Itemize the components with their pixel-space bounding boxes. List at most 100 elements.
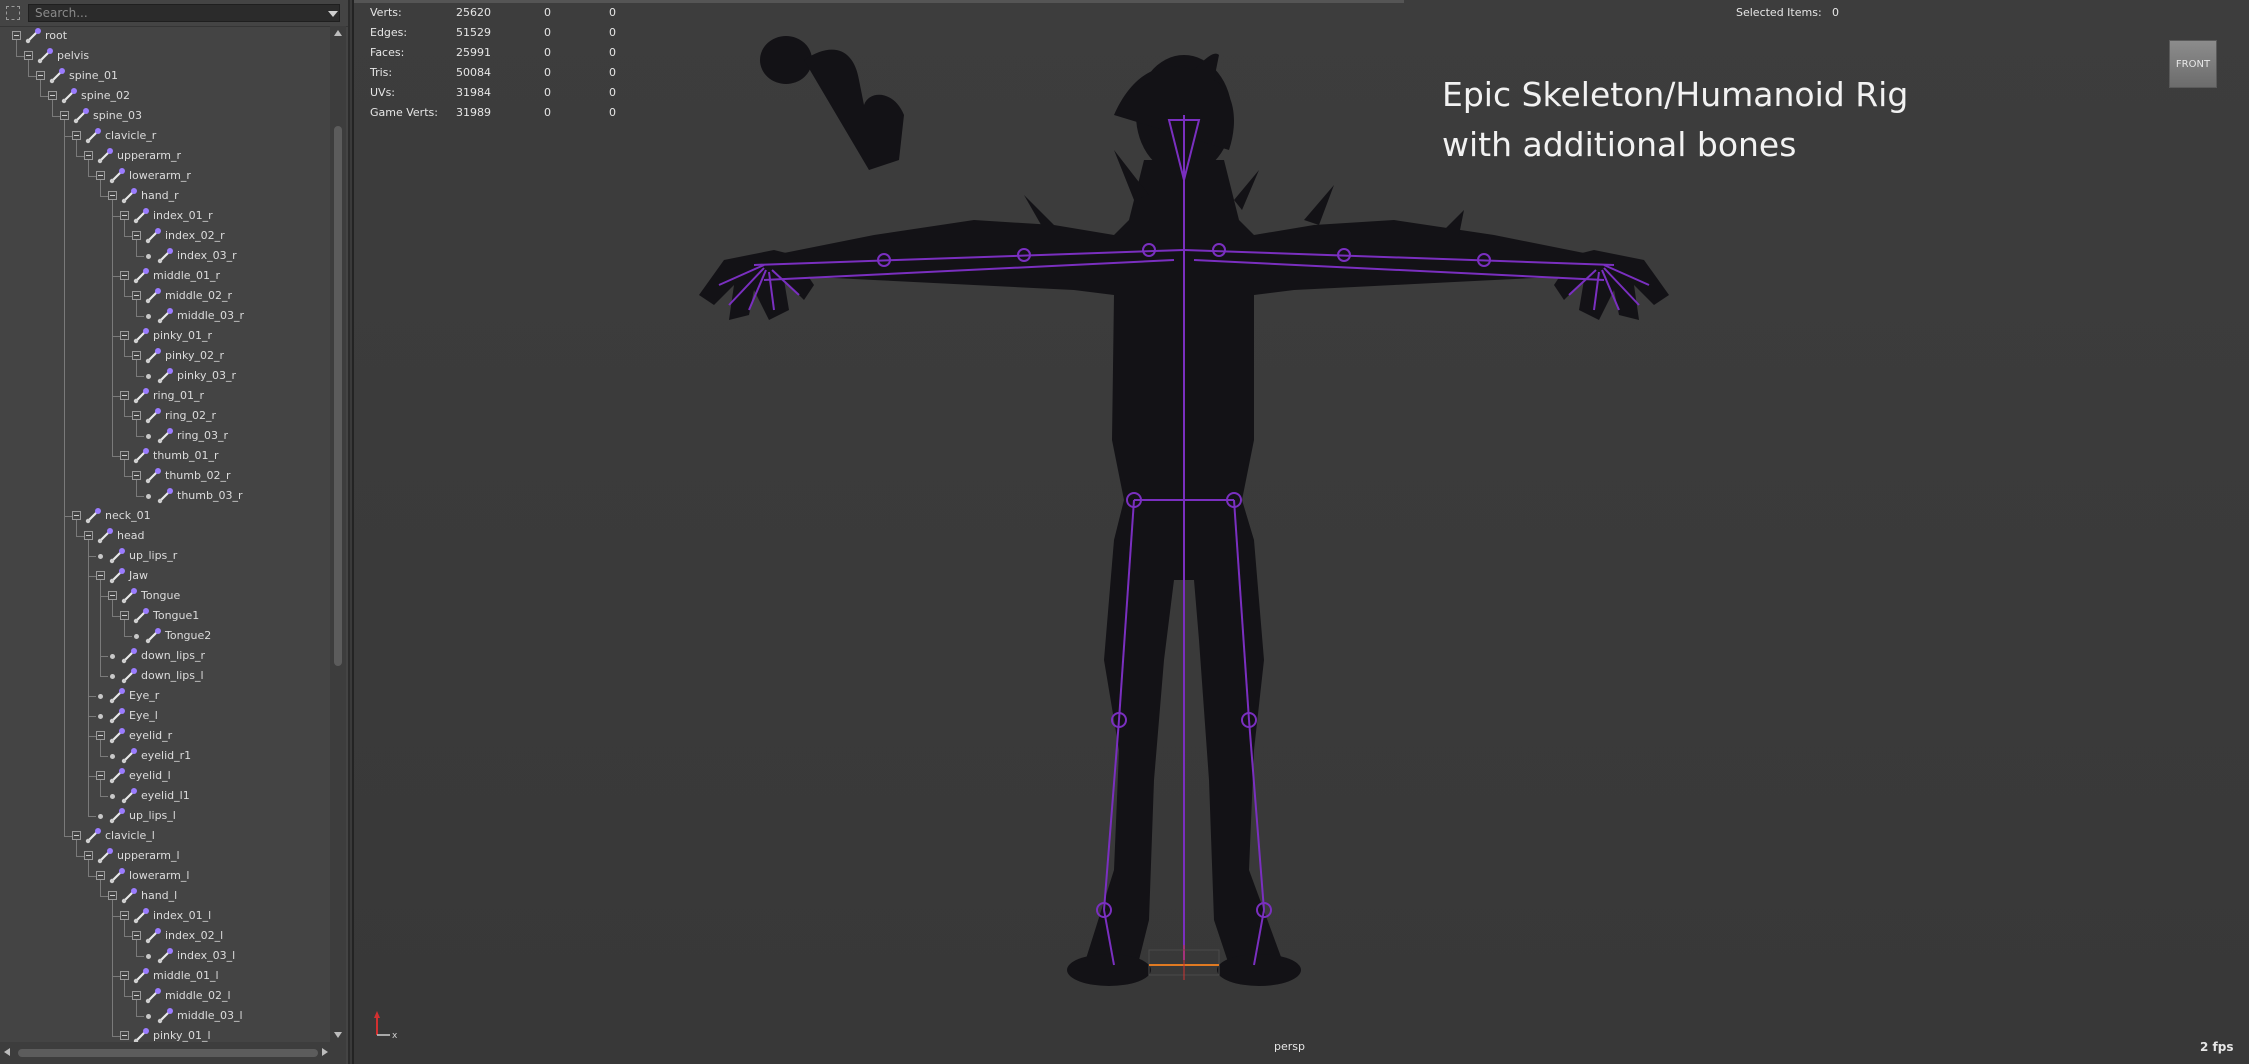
joint-node-index_01_r[interactable]: index_01_r bbox=[0, 206, 330, 226]
collapse-toggle-icon[interactable] bbox=[120, 211, 129, 220]
collapse-toggle-icon[interactable] bbox=[72, 831, 81, 840]
collapse-toggle-icon[interactable] bbox=[72, 511, 81, 520]
joint-node-eyelid_l[interactable]: eyelid_l bbox=[0, 766, 330, 786]
joint-node-lowerarm_l[interactable]: lowerarm_l bbox=[0, 866, 330, 886]
filter-icon[interactable] bbox=[6, 6, 20, 20]
collapse-toggle-icon[interactable] bbox=[96, 731, 105, 740]
joint-node-middle_01_r[interactable]: middle_01_r bbox=[0, 266, 330, 286]
joint-node-down_lips_r[interactable]: down_lips_r bbox=[0, 646, 330, 666]
joint-node-pinky_03_r[interactable]: pinky_03_r bbox=[0, 366, 330, 386]
collapse-toggle-icon[interactable] bbox=[120, 971, 129, 980]
collapse-toggle-icon[interactable] bbox=[132, 351, 141, 360]
joint-node-thumb_02_r[interactable]: thumb_02_r bbox=[0, 466, 330, 486]
collapse-toggle-icon[interactable] bbox=[96, 771, 105, 780]
collapse-toggle-icon[interactable] bbox=[108, 191, 117, 200]
joint-node-upperarm_r[interactable]: upperarm_r bbox=[0, 146, 330, 166]
collapse-toggle-icon[interactable] bbox=[84, 531, 93, 540]
collapse-toggle-icon[interactable] bbox=[108, 891, 117, 900]
collapse-toggle-icon[interactable] bbox=[60, 111, 69, 120]
collapse-toggle-icon[interactable] bbox=[108, 591, 117, 600]
collapse-toggle-icon[interactable] bbox=[96, 871, 105, 880]
joint-node-neck_01[interactable]: neck_01 bbox=[0, 506, 330, 526]
joint-node-index_02_l[interactable]: index_02_l bbox=[0, 926, 330, 946]
collapse-toggle-icon[interactable] bbox=[48, 91, 57, 100]
joint-node-index_03_r[interactable]: index_03_r bbox=[0, 246, 330, 266]
collapse-toggle-icon[interactable] bbox=[132, 991, 141, 1000]
collapse-toggle-icon[interactable] bbox=[72, 131, 81, 140]
joint-node-spine_03[interactable]: spine_03 bbox=[0, 106, 330, 126]
joint-node-index_03_l[interactable]: index_03_l bbox=[0, 946, 330, 966]
character-model[interactable] bbox=[694, 20, 1794, 1010]
3d-viewport[interactable]: Verts: 25620 0 0 Edges: 51529 0 0 Faces: 25991 0 0 T… bbox=[352, 0, 2249, 1064]
collapse-toggle-icon[interactable] bbox=[84, 851, 93, 860]
joint-node-hand_l[interactable]: hand_l bbox=[0, 886, 330, 906]
scrollbar-thumb[interactable] bbox=[334, 126, 342, 666]
joint-node-middle_03_l[interactable]: middle_03_l bbox=[0, 1006, 330, 1026]
joint-node-eye_l[interactable]: Eye_l bbox=[0, 706, 330, 726]
collapse-toggle-icon[interactable] bbox=[24, 51, 33, 60]
collapse-toggle-icon[interactable] bbox=[132, 411, 141, 420]
scrollbar-thumb[interactable] bbox=[18, 1049, 318, 1057]
view-cube[interactable]: FRONT bbox=[2169, 40, 2217, 88]
joint-node-clavicle_l[interactable]: clavicle_l bbox=[0, 826, 330, 846]
horizontal-scrollbar[interactable] bbox=[0, 1042, 346, 1064]
joint-node-spine_02[interactable]: spine_02 bbox=[0, 86, 330, 106]
joint-node-eyelid_l1[interactable]: eyelid_l1 bbox=[0, 786, 330, 806]
scroll-left-icon[interactable] bbox=[4, 1048, 10, 1056]
collapse-toggle-icon[interactable] bbox=[96, 171, 105, 180]
joint-node-tongue2[interactable]: Tongue2 bbox=[0, 626, 330, 646]
joint-node-eye_r[interactable]: Eye_r bbox=[0, 686, 330, 706]
joint-node-jaw[interactable]: Jaw bbox=[0, 566, 330, 586]
joint-node-up_lips_r[interactable]: up_lips_r bbox=[0, 546, 330, 566]
joint-node-middle_03_r[interactable]: middle_03_r bbox=[0, 306, 330, 326]
collapse-toggle-icon[interactable] bbox=[120, 331, 129, 340]
joint-node-head[interactable]: head bbox=[0, 526, 330, 546]
joint-node-ring_01_r[interactable]: ring_01_r bbox=[0, 386, 330, 406]
joint-node-pinky_01_l[interactable]: pinky_01_l bbox=[0, 1026, 330, 1042]
collapse-toggle-icon[interactable] bbox=[132, 231, 141, 240]
joint-node-pelvis[interactable]: pelvis bbox=[0, 46, 330, 66]
joint-node-clavicle_r[interactable]: clavicle_r bbox=[0, 126, 330, 146]
collapse-toggle-icon[interactable] bbox=[120, 391, 129, 400]
search-input[interactable] bbox=[28, 4, 340, 22]
joint-node-upperarm_l[interactable]: upperarm_l bbox=[0, 846, 330, 866]
joint-node-eyelid_r[interactable]: eyelid_r bbox=[0, 726, 330, 746]
scroll-up-icon[interactable] bbox=[334, 30, 342, 36]
joint-node-spine_01[interactable]: spine_01 bbox=[0, 66, 330, 86]
joint-node-pinky_02_r[interactable]: pinky_02_r bbox=[0, 346, 330, 366]
chevron-down-icon[interactable] bbox=[328, 11, 338, 17]
joint-node-middle_02_r[interactable]: middle_02_r bbox=[0, 286, 330, 306]
joint-node-middle_01_l[interactable]: middle_01_l bbox=[0, 966, 330, 986]
joint-node-eyelid_r1[interactable]: eyelid_r1 bbox=[0, 746, 330, 766]
joint-node-index_02_r[interactable]: index_02_r bbox=[0, 226, 330, 246]
joint-node-pinky_01_r[interactable]: pinky_01_r bbox=[0, 326, 330, 346]
joint-node-thumb_01_r[interactable]: thumb_01_r bbox=[0, 446, 330, 466]
collapse-toggle-icon[interactable] bbox=[132, 471, 141, 480]
joint-node-index_01_l[interactable]: index_01_l bbox=[0, 906, 330, 926]
collapse-toggle-icon[interactable] bbox=[120, 451, 129, 460]
joint-node-up_lips_l[interactable]: up_lips_l bbox=[0, 806, 330, 826]
joint-node-middle_02_l[interactable]: middle_02_l bbox=[0, 986, 330, 1006]
collapse-toggle-icon[interactable] bbox=[120, 1031, 129, 1040]
vertical-scrollbar[interactable] bbox=[330, 26, 346, 1042]
collapse-toggle-icon[interactable] bbox=[120, 611, 129, 620]
collapse-toggle-icon[interactable] bbox=[84, 151, 93, 160]
joint-node-lowerarm_r[interactable]: lowerarm_r bbox=[0, 166, 330, 186]
collapse-toggle-icon[interactable] bbox=[132, 931, 141, 940]
collapse-toggle-icon[interactable] bbox=[120, 271, 129, 280]
collapse-toggle-icon[interactable] bbox=[132, 291, 141, 300]
scroll-down-icon[interactable] bbox=[334, 1032, 342, 1038]
joint-node-tongue1[interactable]: Tongue1 bbox=[0, 606, 330, 626]
joint-node-tongue[interactable]: Tongue bbox=[0, 586, 330, 606]
collapse-toggle-icon[interactable] bbox=[96, 571, 105, 580]
collapse-toggle-icon[interactable] bbox=[36, 71, 45, 80]
joint-node-ring_02_r[interactable]: ring_02_r bbox=[0, 406, 330, 426]
joint-node-down_lips_l[interactable]: down_lips_l bbox=[0, 666, 330, 686]
collapse-toggle-icon[interactable] bbox=[120, 911, 129, 920]
collapse-toggle-icon[interactable] bbox=[12, 31, 21, 40]
joint-node-ring_03_r[interactable]: ring_03_r bbox=[0, 426, 330, 446]
joint-node-thumb_03_r[interactable]: thumb_03_r bbox=[0, 486, 330, 506]
joint-node-root[interactable]: root bbox=[0, 26, 330, 46]
scroll-right-icon[interactable] bbox=[322, 1048, 328, 1056]
joint-node-hand_r[interactable]: hand_r bbox=[0, 186, 330, 206]
